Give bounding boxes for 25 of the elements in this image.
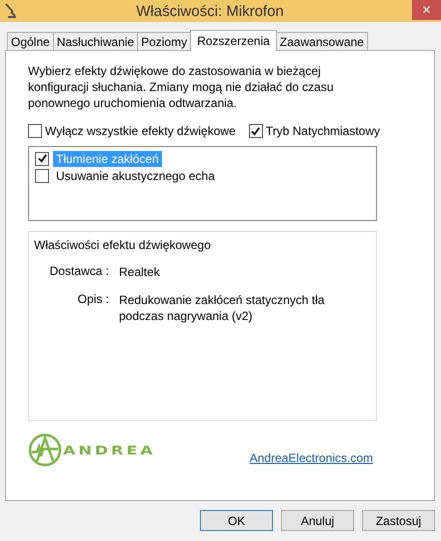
close-button[interactable]: ✕ <box>412 0 441 20</box>
checkbox[interactable] <box>248 124 263 138</box>
dialog-button[interactable]: OK <box>200 510 273 531</box>
logo-icon <box>28 433 62 467</box>
checkbox[interactable] <box>35 168 49 182</box>
field-label: Opis : <box>76 292 109 308</box>
checkbox[interactable] <box>28 124 42 138</box>
tab[interactable]: Rozszerzenia <box>190 30 277 51</box>
list-item[interactable]: Usuwanie akustycznego echa <box>53 168 218 184</box>
website-link[interactable]: AndreaElectronics.com <box>250 451 373 467</box>
tab[interactable]: Ogólne <box>7 32 54 50</box>
field-value: Realtek <box>119 264 161 280</box>
dialog-button[interactable]: Zastosuj <box>362 510 435 531</box>
checkbox-label: Tryb Natychmiastowy <box>266 124 380 138</box>
field-value: Redukowanie zakłóceń statycznych tła podczas nagrywania (v2) <box>119 292 326 324</box>
group-title: Właściwości efektu dźwiękowego <box>34 238 212 252</box>
dialog-button[interactable]: Anuluj <box>281 510 354 531</box>
logo-text: ANDREA <box>63 442 156 458</box>
tab[interactable]: Zaawansowane <box>276 32 368 50</box>
description-text: Wybierz efekty dźwiękowe do zastosowania w bieżącej konfiguracji słuchania. Zmiany mogą nie działać do czasu ponownego uruchomienia odtwarzania. <box>28 63 334 111</box>
field-label: Dostawca : <box>48 264 109 280</box>
tab[interactable]: Poziomy <box>137 32 192 50</box>
checkbox[interactable] <box>35 152 49 166</box>
window-title: Właściwości: Mikrofon <box>135 2 285 20</box>
checkbox-label: Wyłącz wszystkie efekty dźwiękowe <box>45 124 236 138</box>
